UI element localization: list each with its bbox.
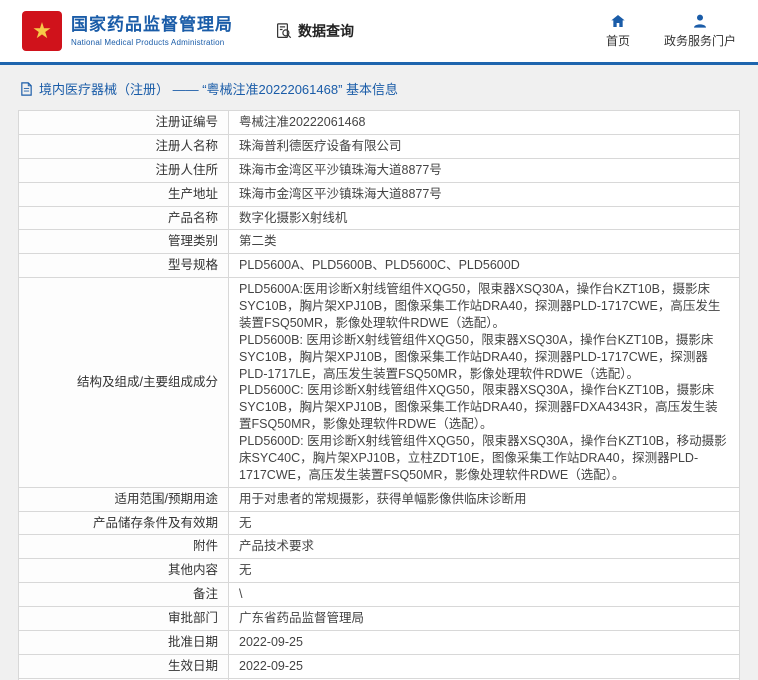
- row-value: 第二类: [228, 229, 740, 255]
- table-row: 产品名称 数字化摄影X射线机: [18, 205, 740, 231]
- row-value: 用于对患者的常规摄影，获得单幅影像供临床诊断用: [228, 486, 740, 512]
- row-label: 适用范围/预期用途: [18, 486, 229, 512]
- nav-data-query[interactable]: 数据查询: [275, 21, 354, 41]
- row-value: 2022-09-25: [228, 653, 740, 679]
- row-value: 产品技术要求: [228, 534, 740, 560]
- table-row: 生效日期 2022-09-25: [18, 653, 740, 679]
- row-label: 型号规格: [18, 253, 229, 279]
- row-value: 珠海市金湾区平沙镇珠海大道8877号: [228, 157, 740, 183]
- nmpa-logo[interactable]: ★ 国家药品监督管理局 National Medical Products Ad…: [22, 11, 233, 51]
- nav-portal-label: 政务服务门户: [663, 34, 736, 48]
- table-row: 结构及组成/主要组成成分 PLD5600A:医用诊断X射线管组件XQG50，限束…: [18, 277, 740, 488]
- row-label: 审批部门: [18, 606, 229, 631]
- row-label: 其他内容: [18, 558, 229, 584]
- row-label: 结构及组成/主要组成成分: [18, 277, 229, 488]
- header: ★ 国家药品监督管理局 National Medical Products Ad…: [0, 0, 758, 62]
- row-value: 2022-09-25: [228, 629, 740, 655]
- table-row: 审批部门 广东省药品监督管理局: [18, 606, 740, 631]
- table-row: 其他内容 无: [18, 558, 740, 584]
- user-icon: [693, 14, 706, 28]
- data-query-label: 数据查询: [298, 23, 354, 39]
- row-label: 生效日期: [18, 653, 229, 679]
- row-value: 无: [228, 510, 740, 536]
- row-value: PLD5600A:医用诊断X射线管组件XQG50，限束器XSQ30A，操作台KZ…: [228, 277, 740, 488]
- table-row: 产品储存条件及有效期 无: [18, 510, 740, 536]
- home-icon: [611, 15, 625, 27]
- row-value: 无: [228, 558, 740, 584]
- row-value: \: [228, 582, 740, 607]
- row-label: 注册人住所: [18, 157, 229, 183]
- row-value: 珠海市金湾区平沙镇珠海大道8877号: [228, 181, 740, 207]
- logo-text: 国家药品监督管理局 National Medical Products Admi…: [71, 15, 233, 46]
- breadcrumb-text: 境内医疗器械（注册） —— “粤械注准20222061468” 基本信息: [39, 82, 399, 97]
- table-row: 附件 产品技术要求: [18, 534, 740, 560]
- header-nav: 首页 政务服务门户: [606, 13, 736, 49]
- table-row: 生产地址 珠海市金湾区平沙镇珠海大道8877号: [18, 181, 740, 207]
- row-label: 附件: [18, 534, 229, 560]
- row-value: 数字化摄影X射线机: [228, 205, 740, 231]
- breadcrumb: 境内医疗器械（注册） —— “粤械注准20222061468” 基本信息: [20, 79, 740, 98]
- table-row: 批准日期 2022-09-25: [18, 629, 740, 655]
- nav-home[interactable]: 首页: [606, 13, 630, 49]
- row-label: 备注: [18, 582, 229, 607]
- row-label: 注册人名称: [18, 133, 229, 159]
- site-subtitle: National Medical Products Administration: [71, 37, 225, 47]
- table-row: 适用范围/预期用途 用于对患者的常规摄影，获得单幅影像供临床诊断用: [18, 486, 740, 512]
- document-icon: [21, 81, 32, 96]
- table-row: 管理类别 第二类: [18, 229, 740, 255]
- site-title: 国家药品监督管理局: [71, 15, 233, 35]
- row-label: 批准日期: [18, 629, 229, 655]
- row-value: 粤械注准20222061468: [228, 110, 740, 135]
- nav-home-label: 首页: [605, 34, 630, 48]
- nav-portal[interactable]: 政务服务门户: [664, 13, 736, 49]
- row-value: PLD5600A、PLD5600B、PLD5600C、PLD5600D: [228, 253, 740, 279]
- table-row: 备注 \: [18, 582, 740, 607]
- row-label: 生产地址: [18, 181, 229, 207]
- table-row: 注册证编号 粤械注准20222061468: [18, 110, 740, 135]
- registration-info-table: 注册证编号 粤械注准20222061468 注册人名称 珠海普利德医疗设备有限公…: [18, 110, 740, 680]
- row-label: 管理类别: [18, 229, 229, 255]
- row-label: 注册证编号: [18, 110, 229, 135]
- data-query-icon: [277, 23, 292, 39]
- row-value: 珠海普利德医疗设备有限公司: [228, 133, 740, 159]
- row-label: 产品储存条件及有效期: [18, 510, 229, 536]
- row-label: 产品名称: [18, 205, 229, 231]
- row-value: 广东省药品监督管理局: [228, 606, 740, 631]
- table-row: 注册人住所 珠海市金湾区平沙镇珠海大道8877号: [18, 157, 740, 183]
- nmpa-emblem-icon: ★: [22, 11, 62, 51]
- main-content: 境内医疗器械（注册） —— “粤械注准20222061468” 基本信息 注册证…: [0, 65, 758, 680]
- table-row: 型号规格 PLD5600A、PLD5600B、PLD5600C、PLD5600D: [18, 253, 740, 279]
- table-row: 注册人名称 珠海普利德医疗设备有限公司: [18, 133, 740, 159]
